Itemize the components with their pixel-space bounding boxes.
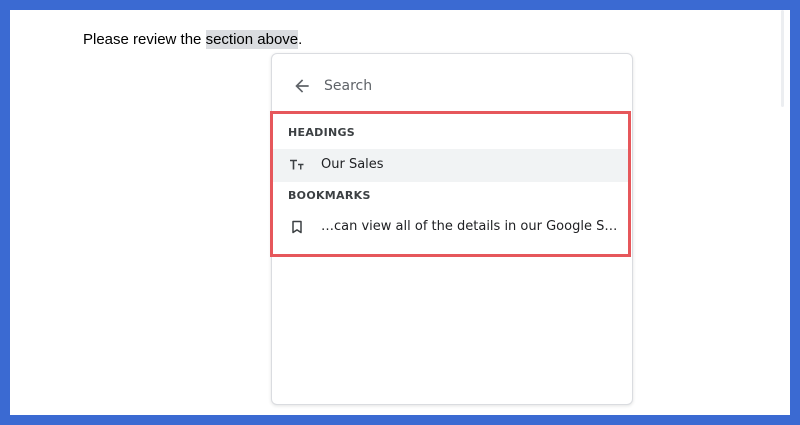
bookmark-result-label: …can view all of the details in our Goog… [321, 219, 623, 234]
heading-result-our-sales[interactable]: Our Sales [273, 149, 628, 182]
text-size-icon [290, 159, 304, 170]
paragraph-text-before: Please review the [83, 31, 206, 48]
link-text-selection[interactable]: section above [205, 30, 299, 49]
document-page: Please review the section above. HEADING… [10, 10, 790, 415]
bookmark-result[interactable]: …can view all of the details in our Goog… [273, 211, 628, 244]
document-paragraph[interactable]: Please review the section above. [83, 30, 302, 50]
search-row [272, 54, 632, 118]
link-search-dropdown: HEADINGS Our Sales BOOKMARKS …can view a… [270, 53, 633, 405]
arrow-left-icon[interactable] [292, 76, 312, 96]
search-input[interactable] [324, 76, 604, 96]
bookmarks-section-label: BOOKMARKS [288, 189, 371, 202]
results-highlight-box: HEADINGS Our Sales BOOKMARKS …can view a… [270, 111, 631, 257]
document-scrollbar[interactable] [781, 10, 784, 107]
bookmark-icon [292, 220, 302, 234]
heading-result-label: Our Sales [321, 157, 384, 172]
paragraph-text-after: . [298, 31, 303, 48]
headings-section-label: HEADINGS [288, 126, 356, 139]
